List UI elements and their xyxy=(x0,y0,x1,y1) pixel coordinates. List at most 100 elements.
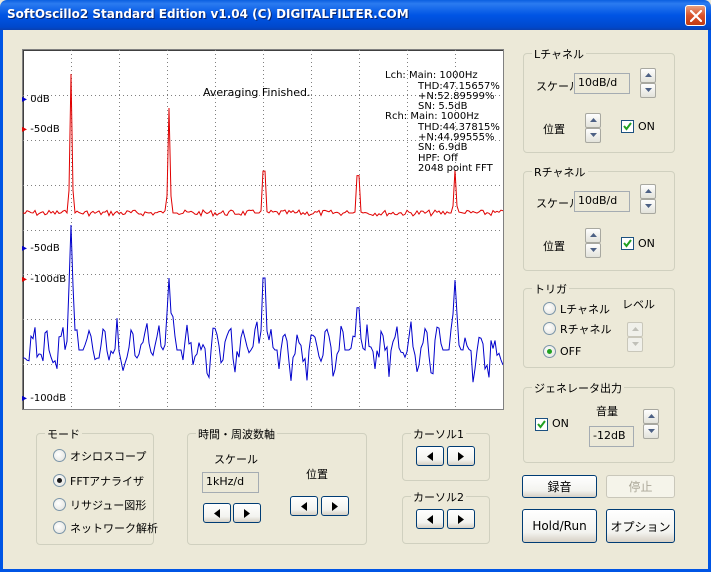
arrow-right-icon xyxy=(332,501,338,511)
arrow-left-icon xyxy=(427,451,433,461)
lch-scale-spinner[interactable] xyxy=(640,68,656,98)
stop-button[interactable]: 停止 xyxy=(606,475,675,498)
lch-on-label: ON xyxy=(638,120,655,133)
lch-on-checkbox[interactable] xyxy=(621,120,634,133)
arrow-down-icon xyxy=(648,429,655,433)
trigger-radio-rch[interactable] xyxy=(543,322,556,335)
rch-on-label: ON xyxy=(638,237,655,250)
arrow-up-icon xyxy=(645,189,652,193)
options-button[interactable]: オプション xyxy=(606,509,675,543)
scope-info-line: Rch: Main: 1000Hz xyxy=(385,111,479,122)
mode-option-fft: FFTアナライザ xyxy=(70,475,144,488)
checkmark-icon xyxy=(623,239,632,248)
arrow-down-icon xyxy=(645,88,652,92)
trigger-radio-lch[interactable] xyxy=(543,302,556,315)
close-button[interactable] xyxy=(685,5,706,26)
trigger-radio-off[interactable] xyxy=(543,345,556,358)
arrow-left-icon xyxy=(301,501,307,511)
rch-position-down[interactable] xyxy=(585,243,601,258)
arrow-down-icon xyxy=(645,204,652,208)
scope-status: Averaging Finished. xyxy=(203,86,311,99)
rch-position-label: 位置 xyxy=(543,240,565,253)
arrow-left-icon xyxy=(214,508,220,518)
scope-display[interactable]: Averaging Finished. Lch: Main: 1000Hz THD… xyxy=(22,49,504,410)
scope-info-line: Lch: Main: 1000Hz xyxy=(385,70,478,81)
rch-minus50-marker: ▸ -50dB xyxy=(22,243,60,254)
lch-scale-down[interactable] xyxy=(640,83,656,98)
lch-position-label: 位置 xyxy=(543,123,565,136)
hold-run-button[interactable]: Hold/Run xyxy=(522,509,597,543)
rch-scale-down[interactable] xyxy=(640,199,656,214)
window-title: SoftOscillo2 Standard Edition v1.04 (C) … xyxy=(7,7,409,21)
checkmark-icon xyxy=(623,122,632,131)
generator-volume-field[interactable]: -12dB xyxy=(589,426,634,447)
arrow-up-icon xyxy=(590,118,597,122)
timebase-scale-left-button[interactable] xyxy=(203,503,231,523)
lch-minus50-marker: ▸ -50dB xyxy=(22,124,60,135)
timebase-scale-label: スケール xyxy=(214,453,258,466)
rch-minus100-marker: ▸ -100dB xyxy=(22,274,67,285)
generator-volume-up[interactable] xyxy=(643,409,659,424)
mode-radio-fft[interactable] xyxy=(53,474,66,487)
lch-zero-marker: ▸ 0dB xyxy=(22,94,50,105)
arrow-up-icon xyxy=(632,327,639,331)
generator-volume-label: 音量 xyxy=(596,405,618,418)
trigger-level-down[interactable] xyxy=(627,337,643,352)
generator-volume-spinner[interactable] xyxy=(643,409,659,439)
timebase-scale-right-button[interactable] xyxy=(233,503,261,523)
mode-option-lissajous: リサジュー図形 xyxy=(70,499,147,512)
rch-on-checkbox[interactable] xyxy=(621,237,634,250)
cursor1-right-button[interactable] xyxy=(447,446,475,466)
arrow-down-icon xyxy=(590,248,597,252)
lch-position-spinner[interactable] xyxy=(585,113,601,143)
lch-position-up[interactable] xyxy=(585,113,601,128)
lch-scale-field[interactable]: 10dB/d xyxy=(574,73,630,94)
trigger-option-lch: Lチャネル xyxy=(560,303,611,316)
rch-position-up[interactable] xyxy=(585,228,601,243)
timebase-position-label: 位置 xyxy=(306,468,328,481)
cursor2-title: カーソル2 xyxy=(411,489,466,505)
arrow-down-icon xyxy=(590,133,597,137)
mode-title: モード xyxy=(45,426,82,442)
timebase-position-left-button[interactable] xyxy=(290,496,318,516)
bottom-minus100-marker: ▸ -100dB xyxy=(22,393,67,404)
mode-radio-oscilloscope[interactable] xyxy=(53,449,66,462)
generator-on-checkbox[interactable] xyxy=(535,418,548,431)
generator-on-label: ON xyxy=(552,417,569,430)
arrow-up-icon xyxy=(645,73,652,77)
rch-scale-spinner[interactable] xyxy=(640,184,656,214)
trigger-level-up[interactable] xyxy=(627,322,643,337)
generator-volume-down[interactable] xyxy=(643,424,659,439)
arrow-right-icon xyxy=(458,514,464,524)
trigger-level-label: レベル xyxy=(622,298,655,311)
arrow-left-icon xyxy=(427,514,433,524)
rch-position-spinner[interactable] xyxy=(585,228,601,258)
mode-radio-lissajous[interactable] xyxy=(53,498,66,511)
close-icon xyxy=(690,10,702,22)
arrow-right-icon xyxy=(244,508,250,518)
cursor2-left-button[interactable] xyxy=(416,509,444,529)
mode-option-network: ネットワーク解析 xyxy=(70,522,158,535)
rch-scale-up[interactable] xyxy=(640,184,656,199)
lch-scale-up[interactable] xyxy=(640,68,656,83)
mode-radio-network[interactable] xyxy=(53,521,66,534)
arrow-down-icon xyxy=(632,342,639,346)
cursor1-title: カーソル1 xyxy=(411,426,466,442)
checkmark-icon xyxy=(537,420,546,429)
cursor1-left-button[interactable] xyxy=(416,446,444,466)
record-button[interactable]: 録音 xyxy=(522,475,597,498)
rch-title: Rチャネル xyxy=(532,164,588,180)
mode-option-oscilloscope: オシロスコープ xyxy=(70,450,147,463)
radio-selected-dot xyxy=(57,478,62,483)
trigger-level-spinner[interactable] xyxy=(627,322,643,352)
rch-scale-field[interactable]: 10dB/d xyxy=(574,191,630,212)
cursor2-right-button[interactable] xyxy=(447,509,475,529)
timebase-title: 時間・周波数軸 xyxy=(196,426,277,442)
radio-selected-dot xyxy=(547,349,552,354)
scope-info-line: SN: 6.9dB xyxy=(418,142,468,153)
arrow-up-icon xyxy=(590,233,597,237)
timebase-position-right-button[interactable] xyxy=(321,496,349,516)
timebase-scale-field[interactable]: 1kHz/d xyxy=(202,472,259,493)
generator-title: ジェネレータ出力 xyxy=(532,380,624,396)
lch-position-down[interactable] xyxy=(585,128,601,143)
